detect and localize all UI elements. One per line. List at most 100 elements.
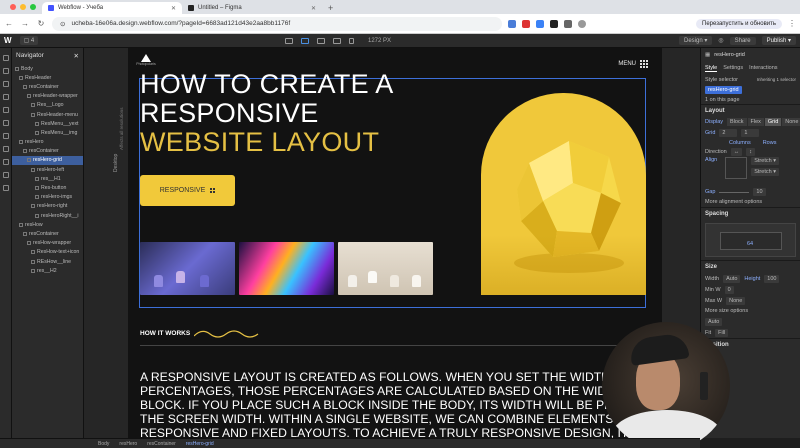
hero-yellow-image-panel[interactable] [481,93,646,295]
close-window-icon[interactable] [10,4,16,10]
breadcrumb-body[interactable]: Body [98,441,109,447]
display-flex[interactable]: Flex [747,118,764,126]
breadcrumb-reshero-grid[interactable]: resHero-grid [186,441,214,447]
display-grid[interactable]: Grid [764,118,782,126]
padding-box[interactable]: 64 [720,232,782,250]
spacing-editor[interactable]: 64 [705,223,796,257]
forward-icon[interactable]: → [20,19,30,28]
navigator-item[interactable]: res__H2 [12,266,83,275]
display-block[interactable]: Block [727,118,747,126]
breadcrumb-rescontainer[interactable]: resContainer [147,441,176,447]
navigator-item[interactable]: ResHow-text+icon [12,248,83,257]
navigator-item[interactable]: ResMenu__yext [12,119,83,128]
navigator-item[interactable]: resHero-left [12,165,83,174]
extension-translate-icon[interactable] [508,19,516,28]
fit-select[interactable]: Fill [715,328,729,337]
navigator-item[interactable]: resHero-imgs [12,193,83,202]
alignment-picker[interactable] [725,157,748,179]
hero-image-chairs-blue[interactable] [140,242,235,295]
how-it-works-body[interactable]: A RESPONSIVE LAYOUT IS CREATED AS FOLLOW… [140,370,662,438]
close-tab-icon[interactable]: ✕ [311,5,316,12]
breakpoint-desktop-icon[interactable] [301,37,309,44]
cms-icon[interactable] [3,146,9,152]
class-selector[interactable]: resHero-grid [701,84,800,95]
site-menu-button[interactable]: MENU [618,60,648,68]
navigator-item[interactable]: ResMenu__img [12,128,83,137]
browser-menu-icon[interactable]: ⋮ [788,19,796,28]
navigator-item[interactable]: resHeroRight__i [12,211,83,220]
site-logo[interactable]: Photopolaris [135,54,157,66]
tab-interactions[interactable]: Interactions [749,65,777,72]
min-width-input[interactable]: 0 [724,285,734,294]
class-chip[interactable]: resHero-grid [705,85,742,94]
mode-dropdown[interactable]: Design ▾ [678,36,713,45]
new-tab-button[interactable]: + [322,2,339,14]
close-panel-icon[interactable]: ✕ [74,52,79,60]
components-icon[interactable] [3,94,9,100]
hero-image-abstract-waves[interactable] [239,242,334,295]
how-it-works-heading[interactable]: HOW IT WORKS [140,330,190,337]
share-button[interactable]: Share [729,36,756,45]
navigator-item[interactable]: resHeader-wrapper [12,92,83,101]
design-canvas[interactable]: Photopolaris MENU HOW TO CREATE A RESPON… [128,48,662,438]
restart-update-button[interactable]: Перезапустить и обновить [696,18,782,29]
spacing-section-title[interactable]: Spacing [701,207,800,220]
navigator-icon[interactable] [3,68,9,74]
responsive-button[interactable]: RESPONSIVE [140,175,235,206]
users-icon[interactable] [3,172,9,178]
style-manager-icon[interactable] [3,120,9,126]
layout-section-title[interactable]: Layout [701,104,800,117]
extension-red-icon[interactable] [522,19,530,28]
hero-image-chairs-white[interactable] [338,242,433,295]
variables-icon[interactable] [3,107,9,113]
navigator-item[interactable]: Res__Logo [12,101,83,110]
direction-horizontal-icon[interactable]: ↔ [730,148,743,156]
grid-rows-input[interactable]: 1 [741,128,760,137]
add-elements-icon[interactable] [3,55,9,61]
reload-icon[interactable]: ↻ [36,19,46,28]
navigator-item[interactable]: ResHeader [12,73,83,82]
pages-icon[interactable] [3,81,9,87]
more-size-row[interactable]: More size options [701,306,800,316]
direction-vertical-icon[interactable]: ↕ [746,148,755,156]
navigator-item[interactable]: resHero-right [12,202,83,211]
gap-input[interactable]: 10 [753,188,766,196]
grid-columns-input[interactable]: 2 [719,128,738,137]
breakpoint-mobile-icon[interactable] [349,37,354,44]
extension-dark-icon[interactable] [550,19,558,28]
navigator-item[interactable]: REsHow__line [12,257,83,266]
browser-tab-webflow[interactable]: Webflow - Учеба ✕ [42,2,182,14]
maximize-window-icon[interactable] [30,4,36,10]
align-y-select[interactable]: Stretch ▾ [751,168,779,176]
navigator-item[interactable]: Res-button [12,183,83,192]
max-width-input[interactable]: None [726,296,746,305]
navigator-item[interactable]: resContainer [12,82,83,91]
overflow-select[interactable]: Auto [705,317,723,326]
back-icon[interactable]: ← [4,19,14,28]
webflow-logo[interactable]: W [4,36,12,45]
spacing-value[interactable]: 64 [747,241,753,247]
more-alignment-row[interactable]: More alignment options [701,197,800,207]
gap-slider[interactable] [719,191,750,193]
navigator-item[interactable]: resHow [12,220,83,229]
width-input[interactable]: Auto [723,274,741,283]
tab-settings[interactable]: Settings [723,65,743,72]
breakpoint-large-icon[interactable] [285,37,293,44]
navigator-item[interactable]: ResHeader-menu [12,110,83,119]
browser-tab-figma[interactable]: Untitled – Figma ✕ [182,2,322,14]
navigator-item[interactable]: resHero [12,138,83,147]
size-section-title[interactable]: Size [701,260,800,273]
profile-avatar-icon[interactable] [578,19,586,28]
url-field[interactable]: ⊙ ucheba-16e06a.design.webflow.com/?page… [52,16,502,31]
display-none[interactable]: None [782,118,800,126]
navigator-item[interactable]: resHero-grid [12,155,83,166]
preview-icon[interactable]: ◎ [718,37,723,44]
breadcrumb-reshero[interactable]: resHero [119,441,137,447]
apps-icon[interactable] [3,185,9,191]
extension-blue-icon[interactable] [536,19,544,28]
breakpoint-tablet-icon[interactable] [317,37,325,44]
height-input[interactable]: 100 [764,274,780,283]
breakpoint-mobile-landscape-icon[interactable] [333,37,341,44]
navigator-item[interactable]: res__H1 [12,174,83,183]
minimize-window-icon[interactable] [20,4,26,10]
